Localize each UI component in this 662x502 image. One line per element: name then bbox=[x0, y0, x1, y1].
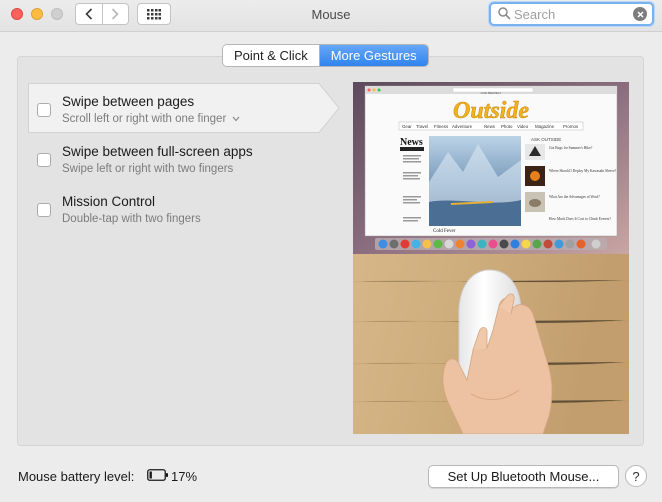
preview-nav-item: Video bbox=[517, 124, 529, 129]
checkbox[interactable] bbox=[37, 153, 51, 167]
preview-thumb-item: What Are the Advantages of Wool? bbox=[549, 195, 600, 199]
zoom-window-button[interactable] bbox=[51, 8, 63, 20]
tab-bar: Point & Click More Gestures bbox=[222, 44, 429, 67]
preview-nav-item: Photo bbox=[501, 124, 513, 129]
gesture-option-swipe-pages[interactable]: Swipe between pages Scroll left or right… bbox=[27, 84, 317, 134]
grid-icon bbox=[147, 8, 161, 19]
preview-news-title: News bbox=[400, 137, 423, 148]
forward-button[interactable] bbox=[101, 4, 129, 24]
preview-illustration: Outside LIVE BRAVELY Gear Travel Fitness… bbox=[353, 82, 629, 434]
gesture-preview: Outside LIVE BRAVELY Gear Travel Fitness… bbox=[353, 82, 629, 434]
checkbox[interactable] bbox=[37, 203, 51, 217]
close-window-button[interactable] bbox=[11, 8, 23, 20]
preview-nav-item: Fitness bbox=[434, 124, 449, 129]
battery-label: Mouse battery level: bbox=[18, 469, 135, 484]
preview-nav-item: Promos bbox=[563, 124, 579, 129]
gesture-option-mission-control[interactable]: Mission Control Double-tap with two fing… bbox=[27, 184, 317, 234]
preview-brand-logo: Outside bbox=[453, 98, 529, 124]
preview-sidebar-item: Where Should I Deploy My Kawasaki Sleeve… bbox=[549, 169, 617, 173]
battery-value: 17% bbox=[171, 469, 198, 484]
preview-nav-item: Adventure bbox=[452, 124, 473, 129]
gesture-title: Swipe between pages bbox=[62, 94, 195, 109]
gesture-option-swipe-fullscreen-apps[interactable]: Swipe between full-screen apps Swipe lef… bbox=[27, 134, 317, 184]
gesture-title: Swipe between full-screen apps bbox=[62, 144, 253, 159]
preview-nav-item: Travel bbox=[416, 124, 428, 129]
setup-bluetooth-mouse-button[interactable]: Set Up Bluetooth Mouse... bbox=[428, 465, 619, 488]
preview-caption: Cold Fever bbox=[433, 229, 456, 234]
gesture-subtitle-text: Scroll left or right with one finger bbox=[62, 113, 227, 125]
close-icon bbox=[636, 10, 644, 18]
search-field[interactable] bbox=[489, 2, 654, 26]
preview-sidebar-head: ASK OUTSIDE bbox=[531, 137, 561, 142]
minimize-window-button[interactable] bbox=[31, 8, 43, 20]
gesture-subtitle[interactable]: Scroll left or right with one finger bbox=[62, 113, 240, 125]
chevron-right-icon bbox=[112, 8, 119, 20]
preview-sidebar-item: Got Bugs for Summer's Hike? bbox=[549, 146, 593, 150]
help-button[interactable]: ? bbox=[625, 465, 647, 487]
preview-nav-item: News bbox=[484, 124, 496, 129]
show-all-button[interactable] bbox=[137, 3, 171, 25]
gesture-subtitle: Swipe left or right with two fingers bbox=[62, 163, 234, 175]
preview-brand-tagline: LIVE BRAVELY bbox=[481, 91, 502, 95]
gesture-subtitle: Double-tap with two fingers bbox=[62, 213, 201, 225]
search-input[interactable] bbox=[514, 6, 626, 22]
chevron-left-icon bbox=[85, 8, 92, 20]
chevron-down-icon bbox=[232, 116, 240, 122]
search-icon bbox=[498, 7, 511, 20]
gesture-title: Mission Control bbox=[62, 194, 156, 209]
tab-point-and-click[interactable]: Point & Click bbox=[223, 45, 320, 66]
preview-nav-item: Magazine bbox=[535, 124, 555, 129]
checkbox[interactable] bbox=[37, 103, 51, 117]
battery-fill bbox=[149, 471, 152, 479]
preview-sidebar-item: How Much Does It Cost to Climb Everest? bbox=[549, 217, 611, 221]
battery-icon bbox=[147, 469, 168, 481]
title-bar: Mouse bbox=[0, 0, 662, 32]
back-button[interactable] bbox=[76, 4, 102, 24]
preview-nav-item: Gear bbox=[402, 124, 412, 129]
tab-more-gestures[interactable]: More Gestures bbox=[319, 45, 428, 66]
clear-search-button[interactable] bbox=[633, 7, 647, 21]
navigation-buttons bbox=[75, 3, 129, 25]
